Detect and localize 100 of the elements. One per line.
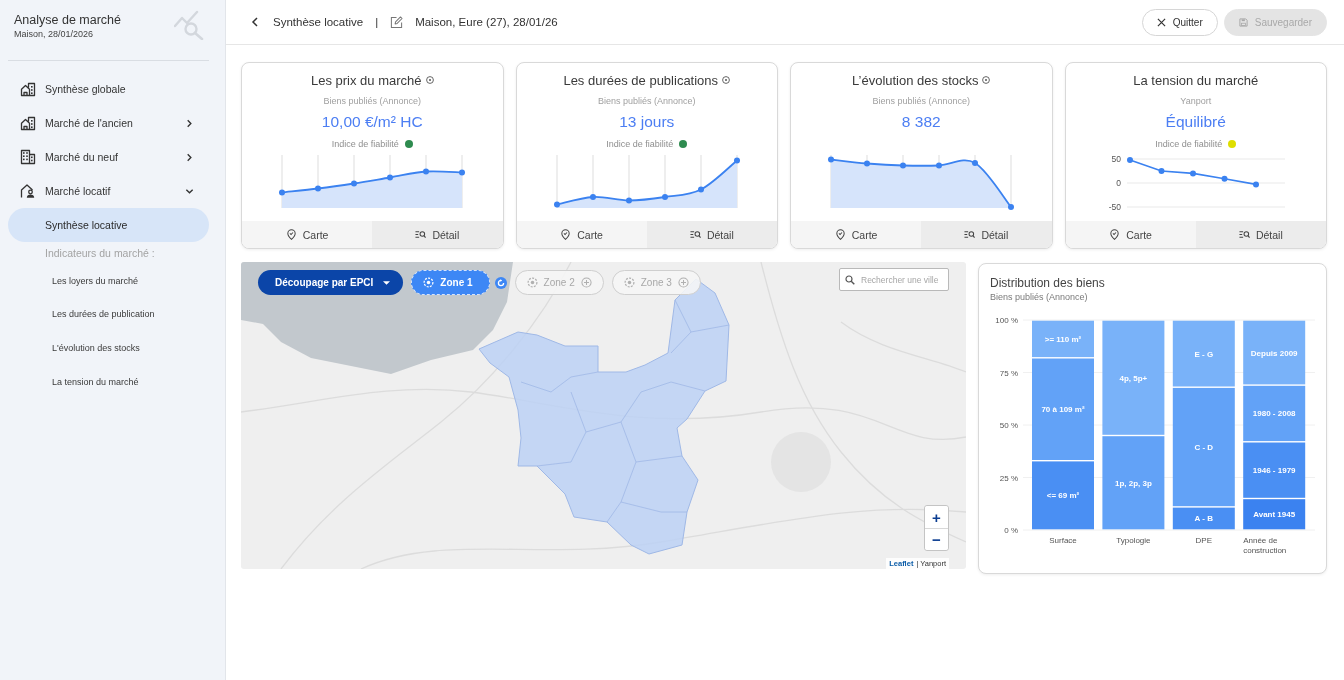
info-icon[interactable] xyxy=(722,76,731,84)
detail-button[interactable]: Détail xyxy=(646,221,777,248)
map-button[interactable]: Carte xyxy=(1065,221,1196,248)
segment-label: Depuis 2009 xyxy=(1250,348,1298,358)
segment-label: 1980 - 2008 xyxy=(1252,409,1296,419)
division-dropdown[interactable]: Découpage par EPCI xyxy=(258,270,404,295)
quit-button[interactable]: Quitter xyxy=(1141,8,1218,36)
map-button[interactable]: Carte xyxy=(516,221,647,248)
segment-label: 4p, 5p+ xyxy=(1119,373,1148,383)
subject-text: Maison, Eure (27), 28/01/26 xyxy=(415,16,558,28)
nav-item[interactable]: Marché du neuf xyxy=(8,140,209,174)
list-search-icon xyxy=(964,229,976,240)
map-button[interactable]: Carte xyxy=(242,221,373,248)
chart-point xyxy=(1189,170,1196,177)
chart-point xyxy=(661,194,668,200)
chart-point xyxy=(1008,204,1015,210)
detail-button[interactable]: Détail xyxy=(372,221,503,248)
building-icon xyxy=(20,149,36,165)
segment-label: 1p, 2p, 3p xyxy=(1114,478,1152,488)
chart-title: Distribution des biens xyxy=(989,275,1106,291)
chart-point xyxy=(936,162,943,169)
chevron-right-icon[interactable] xyxy=(185,152,194,162)
chart-point xyxy=(1158,168,1165,174)
target-icon xyxy=(423,277,435,288)
indicator-value: 8 382 xyxy=(901,112,941,132)
zone-chip[interactable]: Zone 1 xyxy=(411,270,490,295)
chart-point xyxy=(900,162,907,169)
segment-label: Avant 1945 xyxy=(1253,510,1296,520)
segment-label: A - B xyxy=(1194,514,1213,524)
segment-label: >= 110 m² xyxy=(1044,334,1082,344)
source-text: Biens publiés (Annonce) xyxy=(872,95,971,107)
separator-text: | xyxy=(375,16,379,28)
axis-label: 50 % xyxy=(999,421,1018,430)
nav-item[interactable]: Marché de l'ancien xyxy=(8,106,209,140)
chart-point xyxy=(864,160,871,167)
refresh-icon[interactable] xyxy=(494,276,507,289)
axis-label: 50 xyxy=(1111,154,1121,164)
chart-point xyxy=(625,197,632,204)
nav-item[interactable]: L'évolution des stocks xyxy=(8,331,209,365)
source-text: Biens publiés (Annonce) xyxy=(323,95,422,107)
segment-label: E - G xyxy=(1194,349,1214,359)
chart-point xyxy=(315,185,322,192)
list-search-icon xyxy=(415,229,427,240)
detail-button[interactable]: Détail xyxy=(1195,221,1326,248)
axis-label: 75 % xyxy=(999,368,1018,378)
indicator-value: Équilibré xyxy=(1165,112,1226,132)
chart-point xyxy=(733,157,740,164)
info-icon[interactable] xyxy=(982,76,991,84)
zoom-out-button[interactable]: − xyxy=(925,528,948,550)
axis-label: 0 xyxy=(1116,178,1121,188)
card-title: L’évolution des stocks xyxy=(852,72,979,88)
chart-point xyxy=(387,174,394,181)
plus-circle-icon xyxy=(677,277,689,288)
nav-item[interactable]: Marché locatif xyxy=(8,174,209,208)
axis-label: Typologie xyxy=(1116,536,1151,545)
detail-button[interactable]: Détail xyxy=(921,221,1052,248)
axis-label: -50 xyxy=(1108,202,1121,212)
target-icon xyxy=(623,277,635,288)
app-title: Analyse de marché xyxy=(14,12,121,28)
nav-item[interactable]: Les loyers du marché xyxy=(8,264,209,298)
chart-point xyxy=(1126,157,1133,163)
info-icon[interactable] xyxy=(425,76,434,84)
chart-point xyxy=(423,168,430,175)
app-subtitle: Maison, 28/01/2026 xyxy=(14,28,95,40)
caret-down-icon xyxy=(383,280,391,285)
nav-item[interactable]: Les durées de publication xyxy=(8,297,209,332)
card-title: Les prix du marché xyxy=(310,72,422,88)
reliability-label: Indice de fiabilité xyxy=(606,139,674,149)
axis-label: Surface xyxy=(1049,536,1077,545)
nav-item[interactable]: Synthèse globale xyxy=(8,72,209,106)
pin-icon xyxy=(834,229,846,240)
edit-icon[interactable] xyxy=(390,15,404,29)
card-title: Les durées de publications xyxy=(563,72,719,88)
card-title: La tension du marché xyxy=(1133,72,1259,88)
axis-label: 100 % xyxy=(995,316,1018,325)
chart-point xyxy=(459,169,466,176)
pin-icon xyxy=(285,229,297,240)
chart-point xyxy=(828,156,835,163)
house-building-icon xyxy=(20,81,36,97)
nav-item[interactable]: Synthèse locative xyxy=(8,208,209,242)
target-icon xyxy=(526,277,538,288)
chevron-right-icon[interactable] xyxy=(185,118,194,128)
source-text: Yanport xyxy=(1180,95,1212,107)
reliability-label: Indice de fiabilité xyxy=(331,139,399,149)
axis-label: DPE xyxy=(1195,536,1213,545)
axis-label: 0 % xyxy=(1004,526,1018,535)
search-field[interactable]: Rechercher une ville xyxy=(839,268,949,291)
search-icon xyxy=(845,274,855,285)
map-button[interactable]: Carte xyxy=(791,221,922,248)
pin-icon xyxy=(560,229,572,240)
source-text: Biens publiés (Annonce) xyxy=(597,95,696,107)
plus-circle-icon xyxy=(580,277,592,288)
chart-point xyxy=(553,201,560,208)
back-icon[interactable] xyxy=(251,17,259,27)
axis-label: 25 % xyxy=(999,473,1018,483)
nav-item[interactable]: La tension du marché xyxy=(8,364,209,399)
segment-label: 70 à 109 m² xyxy=(1041,405,1085,415)
chart-point xyxy=(279,189,286,196)
page-title: Synthèse locative xyxy=(273,16,364,28)
pin-icon xyxy=(1109,229,1121,240)
